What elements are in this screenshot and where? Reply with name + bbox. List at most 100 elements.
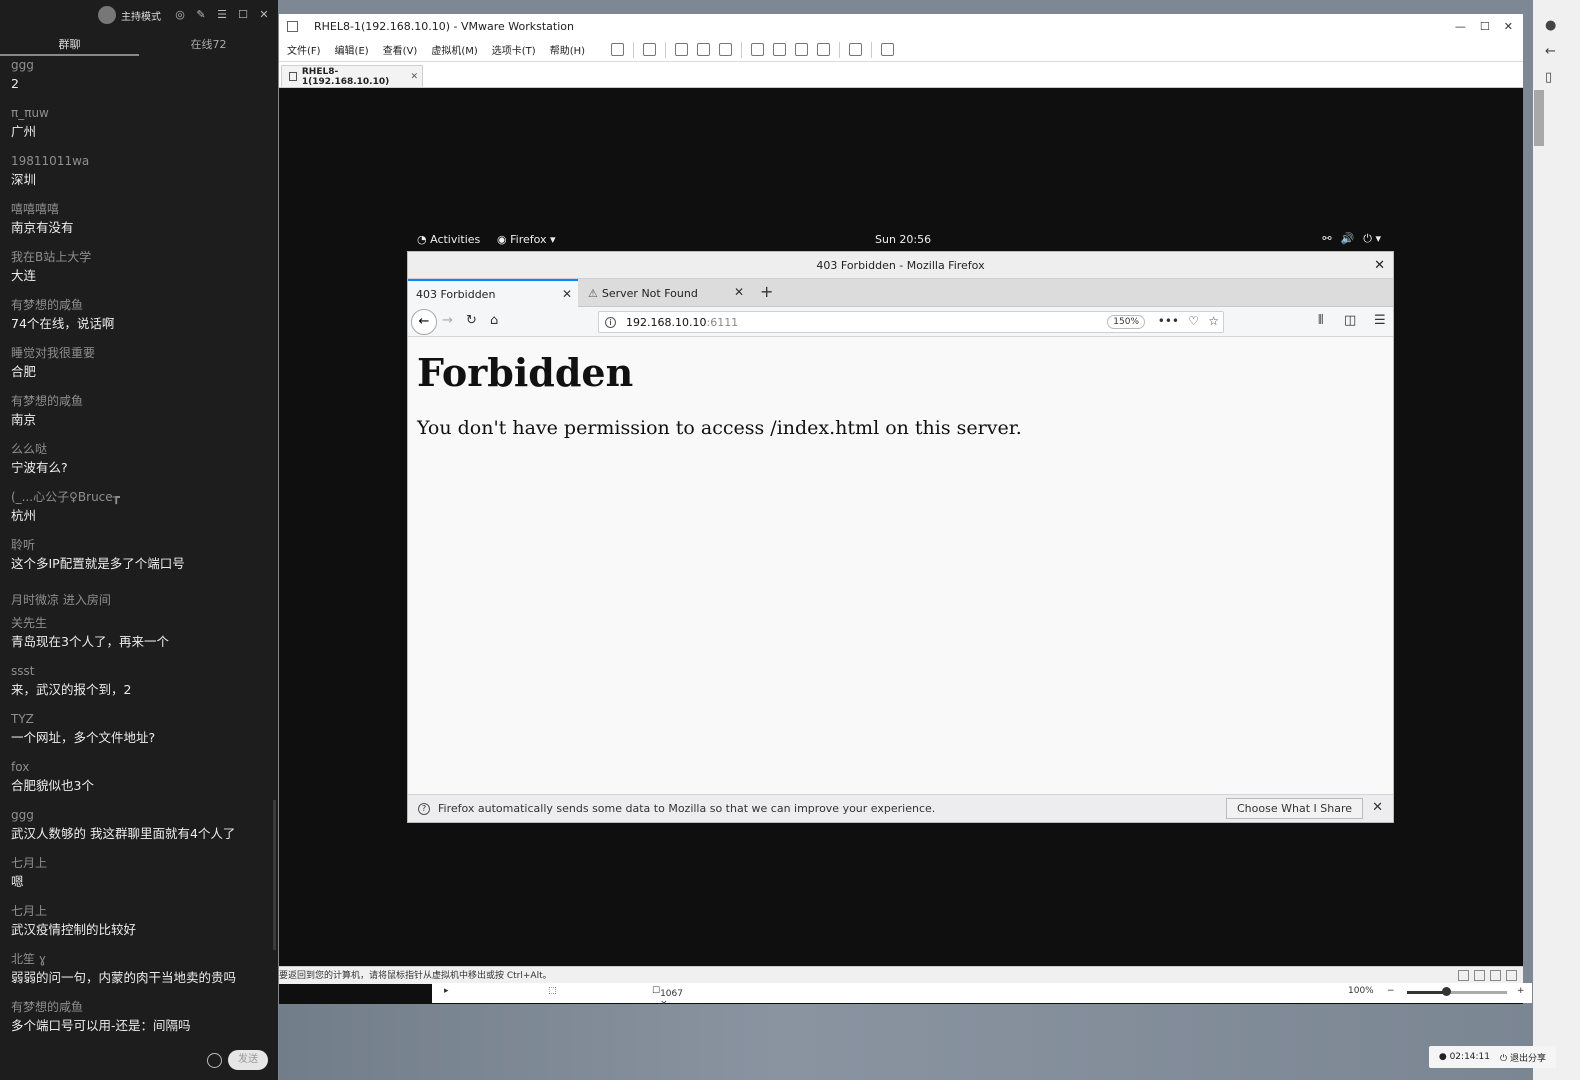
message-nickname[interactable]: 么么哒 [11,441,278,458]
message-nickname[interactable]: ggg [11,807,278,824]
pocket-icon[interactable]: ♡ [1188,314,1199,328]
send-ctrl-alt-del-icon[interactable] [643,43,657,56]
unity-icon[interactable] [817,43,831,56]
network-icon[interactable] [1474,970,1485,981]
message-nickname[interactable]: ggg [11,57,278,74]
edit-icon[interactable]: ✎ [195,9,207,21]
home-icon[interactable]: ⌂ [490,313,498,328]
vm-tab[interactable]: RHEL8-1(192.168.10.10) ✕ [281,65,423,87]
tab-server-not-found[interactable]: ⚠ Server Not Found ✕ [580,279,750,307]
system-status[interactable]: ⚯ 🔊 ⏻ ▾ [1322,232,1381,246]
new-tab-icon[interactable]: + [760,282,773,301]
close-icon[interactable]: ✕ [1374,252,1385,279]
app-menu[interactable]: ◉ Firefox ▾ [497,233,556,246]
target-icon[interactable]: ◎ [174,9,186,21]
display-icon[interactable] [1506,970,1517,981]
hamburger-menu-icon[interactable]: ☰ [1374,313,1386,328]
message-nickname[interactable]: 有梦想的咸鱼 [11,999,278,1016]
page-actions-icon[interactable]: ••• [1158,314,1179,328]
zoom-in-icon[interactable]: + [1517,986,1525,996]
maximize-icon[interactable]: ☐ [1480,20,1490,33]
zoom-indicator[interactable]: 150% [1107,315,1145,329]
scrollbar-thumb[interactable] [1534,90,1544,146]
message-nickname[interactable]: 嘻嘻嘻嘻 [11,201,278,218]
bookmark-star-icon[interactable]: ☆ [1208,314,1219,328]
close-tab-icon[interactable]: ✕ [562,287,572,301]
info-icon[interactable]: i [605,316,616,328]
message-nickname[interactable]: 我在B站上大学 [11,249,278,266]
message-nickname[interactable]: (_...心公子♀Bruce┲ [11,489,278,506]
message-nickname[interactable]: 聆听 [11,537,278,554]
menu-help[interactable]: 帮助(H) [550,42,585,57]
zoom-slider[interactable] [1407,991,1507,994]
avatar-icon[interactable]: ● [1545,18,1556,33]
tab-group-chat[interactable]: 群聊 [0,30,139,56]
close-notification-icon[interactable]: ✕ [1372,800,1383,815]
url-bar[interactable]: i 192.168.10.10:6111 150% ••• ♡ ☆ [598,311,1224,333]
desktop-background [279,1004,1533,1080]
stretch-icon[interactable] [881,43,895,56]
page-icon[interactable]: ▯ [1545,70,1552,85]
zoom-slider-knob[interactable] [1442,987,1451,996]
exit-share-button[interactable]: ⏻ 退出分享 [1500,1051,1546,1064]
emoji-icon[interactable] [207,1052,222,1068]
recording-time: ● 02:14:11 [1438,1052,1490,1062]
forward-icon[interactable]: → [442,313,453,328]
minimize-icon[interactable]: — [1455,20,1466,33]
device-icon[interactable] [1458,970,1469,981]
snapshot-icon[interactable] [675,43,689,56]
revert-snapshot-icon[interactable] [697,43,711,56]
clock[interactable]: Sun 20:56 [875,233,931,246]
reload-icon[interactable]: ↻ [466,313,477,328]
library-icon[interactable] [751,43,765,56]
fullscreen-icon[interactable] [795,43,809,56]
close-tab-icon[interactable]: ✕ [734,285,744,299]
close-icon[interactable]: ✕ [258,9,270,21]
menu-file[interactable]: 文件(F) [287,42,321,57]
message-nickname[interactable]: fox [11,759,278,776]
back-icon[interactable]: ← [1545,44,1556,59]
message-text: 一个网址，多个文件地址? [11,730,156,745]
maximize-icon[interactable]: ☐ [237,9,249,21]
firefox-window: 403 Forbidden - Mozilla Firefox ✕ 403 Fo… [407,251,1394,823]
message-nickname[interactable]: TYZ [11,711,278,728]
snapshot-manager-icon[interactable] [719,43,733,56]
menu-view[interactable]: 查看(V) [383,42,418,57]
chat-scrollbar[interactable] [273,800,276,950]
message-list[interactable]: ggg 2 π_πuw 广州 19811011wa 深圳 嘻嘻嘻嘻 南京有没有 我在B站上大学大… [0,57,278,1040]
thumbnail-icon[interactable] [773,43,787,56]
sidebar-icon[interactable]: ◫ [1344,313,1356,328]
menu-icon[interactable]: ☰ [216,9,228,21]
region-select-icon[interactable]: ⬚ [548,986,557,996]
message-nickname[interactable]: π_πuw [11,105,278,122]
message-nickname[interactable]: 关先生 [11,615,278,632]
message-nickname[interactable]: 七月上 [11,855,278,872]
message-nickname[interactable]: 月时微凉 进入房间 [11,585,278,615]
tab-online[interactable]: 在线72 [139,30,278,56]
close-tab-icon[interactable]: ✕ [410,72,418,82]
message-nickname[interactable]: ssst [11,663,278,680]
message-nickname[interactable]: 有梦想的咸鱼 [11,393,278,410]
message-nickname[interactable]: 睡觉对我很重要 [11,345,278,362]
menu-edit[interactable]: 编辑(E) [335,42,369,57]
menu-vm[interactable]: 虚拟机(M) [431,42,477,57]
message-nickname[interactable]: 有梦想的咸鱼 [11,297,278,314]
choose-what-i-share-button[interactable]: Choose What I Share [1226,798,1363,819]
close-icon[interactable]: ✕ [1504,20,1513,33]
message-nickname[interactable]: 七月上 [11,903,278,920]
back-icon[interactable]: ← [411,309,437,335]
send-button[interactable]: 发送 [228,1050,268,1070]
pause-icon[interactable] [611,43,625,56]
library-icon[interactable]: ⫴ [1318,313,1323,328]
message-nickname[interactable]: 19811011wa [11,153,278,170]
pointer-icon[interactable]: ▸ [444,986,449,996]
message-nickname[interactable]: 北笙 ɣ [11,951,278,968]
zoom-out-icon[interactable]: − [1387,986,1395,996]
chat-message: TYZ 一个网址，多个文件地址? [11,711,278,759]
tab-403-forbidden[interactable]: 403 Forbidden ✕ [408,279,578,307]
host-mode[interactable]: 主持模式 [98,6,161,24]
console-icon[interactable] [849,43,863,56]
usb-icon[interactable] [1490,970,1501,981]
menu-tabs[interactable]: 选项卡(T) [492,42,536,57]
activities-button[interactable]: ◔ Activities [417,233,480,246]
